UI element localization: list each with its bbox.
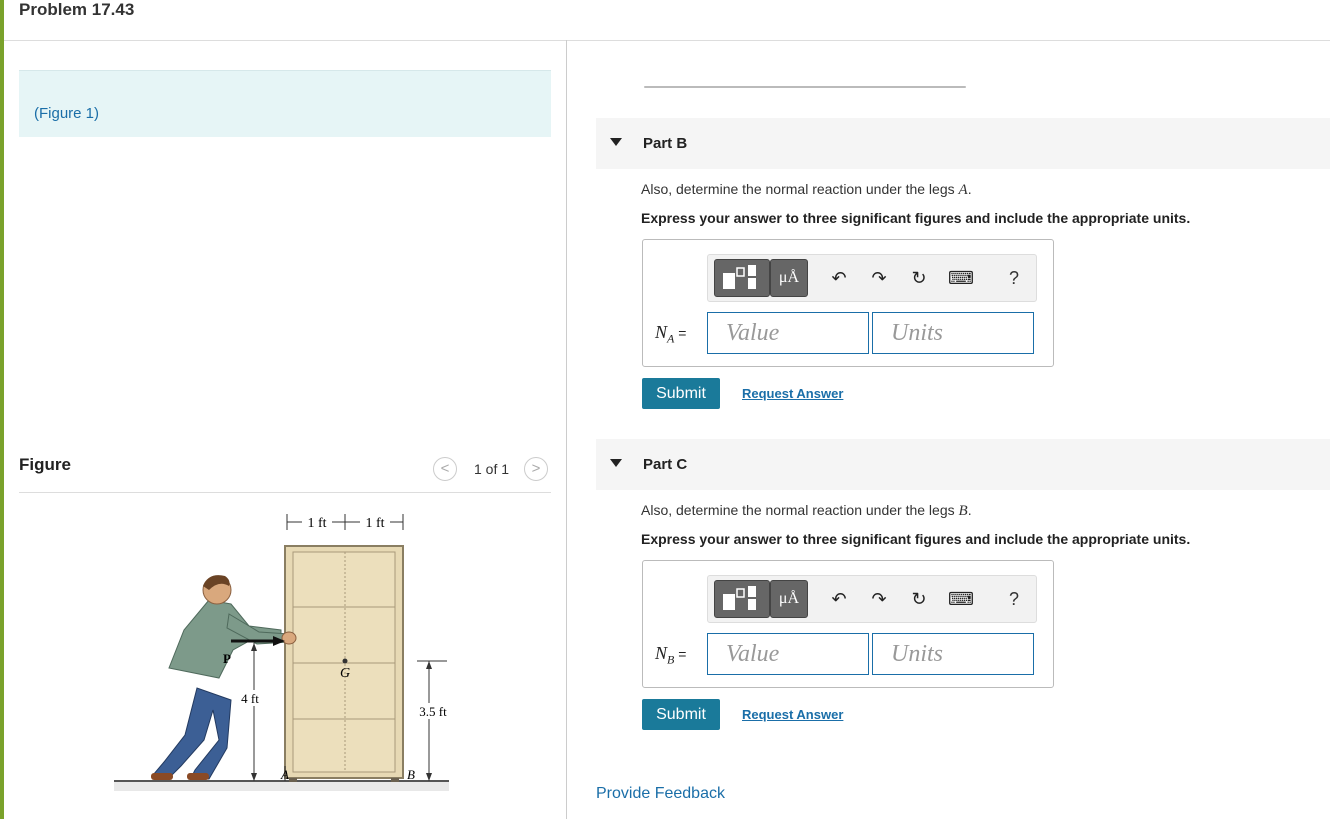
dim-label-left: 1 ft: [307, 516, 326, 531]
value-input[interactable]: Value: [707, 633, 869, 675]
figure-pager: 1 of 1: [474, 461, 510, 477]
part-c-answer-box: μÅ ↶ ↷ ↻ ⌨ ? NB = Value Units: [642, 560, 1054, 688]
dim-label-right: 1 ft: [365, 516, 384, 531]
templates-icon: [723, 586, 756, 610]
prev-figure-button[interactable]: <: [433, 457, 457, 481]
label-G: G: [340, 666, 350, 681]
keyboard-icon[interactable]: ⌨: [948, 259, 974, 297]
units-input[interactable]: Units: [872, 633, 1034, 675]
variable-label-nb: NB =: [655, 643, 687, 667]
help-icon[interactable]: ?: [1004, 580, 1024, 618]
collapse-caret-icon[interactable]: [610, 138, 622, 146]
ground: [114, 781, 449, 791]
units-input[interactable]: Units: [872, 312, 1034, 354]
next-figure-button[interactable]: >: [524, 457, 548, 481]
units-button[interactable]: μÅ: [770, 259, 808, 297]
figure-link[interactable]: (Figure 1): [34, 105, 99, 122]
reset-icon[interactable]: ↻: [906, 259, 932, 297]
undo-icon[interactable]: ↶: [826, 580, 852, 618]
redo-icon[interactable]: ↷: [866, 259, 892, 297]
reset-icon[interactable]: ↻: [906, 580, 932, 618]
height-label-left: 4 ft: [241, 691, 259, 706]
part-c-instruction: Express your answer to three significant…: [641, 531, 1191, 547]
figure-divider: [19, 492, 551, 493]
redo-icon[interactable]: ↷: [866, 580, 892, 618]
force-label-P: P: [223, 651, 231, 666]
math-toolbar: μÅ ↶ ↷ ↻ ⌨ ?: [707, 575, 1037, 623]
provide-feedback-link[interactable]: Provide Feedback: [596, 785, 725, 803]
variable-label-na: NA =: [655, 322, 687, 346]
height-label-right: 3.5 ft: [419, 704, 447, 719]
label-A: A: [280, 767, 289, 782]
figure-title: Figure: [19, 455, 71, 474]
left-accent-bar: [0, 0, 4, 819]
part-b-request-answer-link[interactable]: Request Answer: [742, 386, 843, 401]
collapse-caret-icon[interactable]: [610, 459, 622, 467]
problem-figure: 1 ft 1 ft G 3.5 ft 4 ft A B P: [114, 512, 449, 791]
templates-icon: [723, 265, 756, 289]
figure-link-panel: (Figure 1): [19, 70, 551, 137]
part-b-answer-box: μÅ ↶ ↷ ↻ ⌨ ? NA = Value Units: [642, 239, 1054, 367]
header-divider: [4, 40, 1330, 41]
templates-button[interactable]: [714, 259, 770, 297]
part-c-label[interactable]: Part C: [643, 456, 687, 473]
part-c-question: Also, determine the normal reaction unde…: [641, 502, 972, 519]
part-c-header[interactable]: Part C: [596, 439, 1330, 490]
part-b-instruction: Express your answer to three significant…: [641, 210, 1191, 226]
help-icon[interactable]: ?: [1004, 259, 1024, 297]
part-b-question: Also, determine the normal reaction unde…: [641, 181, 972, 198]
panel-divider: [566, 40, 567, 819]
person-pushing: [151, 575, 297, 780]
value-input[interactable]: Value: [707, 312, 869, 354]
keyboard-icon[interactable]: ⌨: [948, 580, 974, 618]
label-B: B: [407, 767, 415, 782]
part-b-label[interactable]: Part B: [643, 135, 687, 152]
templates-button[interactable]: [714, 580, 770, 618]
undo-icon[interactable]: ↶: [826, 259, 852, 297]
part-b-header[interactable]: Part B: [596, 118, 1330, 169]
problem-title: Problem 17.43: [19, 0, 135, 19]
part-b-submit-button[interactable]: Submit: [642, 378, 720, 409]
math-toolbar: μÅ ↶ ↷ ↻ ⌨ ?: [707, 254, 1037, 302]
previous-part-stub: [644, 86, 966, 88]
units-button[interactable]: μÅ: [770, 580, 808, 618]
part-c-request-answer-link[interactable]: Request Answer: [742, 707, 843, 722]
part-c-submit-button[interactable]: Submit: [642, 699, 720, 730]
